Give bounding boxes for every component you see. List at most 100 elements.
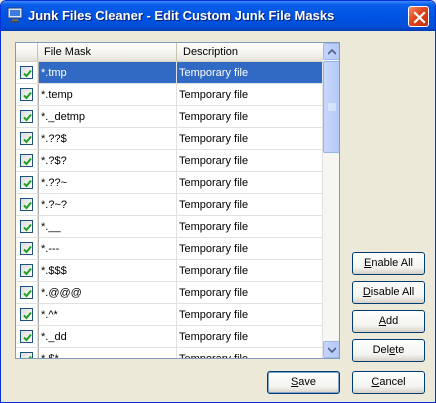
table-row[interactable]: *.temp Temporary file bbox=[16, 84, 323, 106]
table-row[interactable]: *.??~ Temporary file bbox=[16, 172, 323, 194]
checkmark-icon bbox=[23, 91, 32, 100]
row-checkbox[interactable] bbox=[20, 110, 33, 123]
checkmark-icon bbox=[23, 113, 32, 122]
file-mask-grid[interactable]: File Mask Description *.tmp Temporary fil… bbox=[15, 42, 340, 359]
checkmark-icon bbox=[28, 355, 32, 358]
row-checkbox[interactable] bbox=[20, 286, 33, 299]
row-file-mask[interactable]: *.?$? bbox=[38, 150, 177, 172]
row-checkbox[interactable] bbox=[20, 352, 33, 358]
row-file-mask[interactable]: *.$* bbox=[38, 348, 177, 358]
row-checkbox[interactable] bbox=[20, 176, 33, 189]
table-row[interactable]: *.$* Temporary file bbox=[16, 348, 323, 358]
header-check-column[interactable] bbox=[16, 43, 38, 61]
row-description[interactable]: Temporary file bbox=[177, 150, 323, 172]
row-checkbox[interactable] bbox=[20, 88, 33, 101]
scroll-down-button[interactable] bbox=[323, 341, 339, 358]
enable-all-button[interactable]: Enable All bbox=[352, 252, 425, 275]
table-row[interactable]: *._detmp Temporary file bbox=[16, 106, 323, 128]
cancel-button[interactable]: Cancel bbox=[352, 371, 425, 394]
checkmark-icon bbox=[23, 245, 32, 254]
checkmark-icon bbox=[23, 289, 32, 298]
row-checkbox[interactable] bbox=[20, 242, 33, 255]
scroll-up-button[interactable] bbox=[323, 43, 339, 60]
window-title: Junk Files Cleaner - Edit Custom Junk Fi… bbox=[28, 8, 335, 23]
row-check-cell bbox=[16, 172, 38, 194]
row-checkbox[interactable] bbox=[20, 66, 33, 79]
checkmark-icon bbox=[23, 201, 32, 210]
row-file-mask[interactable]: *.^* bbox=[38, 304, 177, 326]
cancel-rest: ancel bbox=[379, 376, 406, 388]
row-file-mask[interactable]: *.tmp bbox=[38, 62, 177, 84]
table-row[interactable]: *.--- Temporary file bbox=[16, 238, 323, 260]
row-check-cell bbox=[16, 238, 38, 260]
row-checkbox[interactable] bbox=[20, 220, 33, 233]
row-check-cell bbox=[16, 260, 38, 282]
save-button[interactable]: Save bbox=[267, 371, 340, 394]
table-row[interactable]: *.?$? Temporary file bbox=[16, 150, 323, 172]
row-description[interactable]: Temporary file bbox=[177, 282, 323, 304]
checkmark-icon bbox=[23, 157, 32, 166]
row-file-mask[interactable]: *.??$ bbox=[38, 128, 177, 150]
table-row[interactable]: *.??$ Temporary file bbox=[16, 128, 323, 150]
row-file-mask[interactable]: *.temp bbox=[38, 84, 177, 106]
table-row[interactable]: *.tmp Temporary file bbox=[16, 62, 323, 84]
row-description[interactable]: Temporary file bbox=[177, 106, 323, 128]
row-description[interactable]: Temporary file bbox=[177, 172, 323, 194]
grid-rows: *.tmp Temporary file *.temp Temporary file *… bbox=[16, 62, 323, 358]
row-description[interactable]: Temporary file bbox=[177, 128, 323, 150]
row-file-mask[interactable]: *._dd bbox=[38, 326, 177, 348]
row-description[interactable]: Temporary file bbox=[177, 304, 323, 326]
add-accel: A bbox=[378, 315, 387, 327]
disable-all-button[interactable]: Disable All bbox=[352, 281, 425, 304]
row-description[interactable]: Temporary file bbox=[177, 62, 323, 84]
row-description[interactable]: Temporary file bbox=[177, 260, 323, 282]
enable-all-rest: nable All bbox=[371, 257, 413, 269]
vertical-scrollbar[interactable] bbox=[323, 43, 339, 358]
row-checkbox[interactable] bbox=[20, 154, 33, 167]
table-row[interactable]: *.?~? Temporary file bbox=[16, 194, 323, 216]
row-file-mask[interactable]: *._detmp bbox=[38, 106, 177, 128]
table-row[interactable]: *._dd Temporary file bbox=[16, 326, 323, 348]
row-file-mask[interactable]: *.@@@ bbox=[38, 282, 177, 304]
add-button[interactable]: Add bbox=[352, 310, 425, 333]
table-row[interactable]: *.^* Temporary file bbox=[16, 304, 323, 326]
save-rest: ave bbox=[298, 376, 317, 388]
title-bar[interactable]: Junk Files Cleaner - Edit Custom Junk Fi… bbox=[1, 1, 435, 31]
close-icon bbox=[413, 11, 426, 24]
delete-prefix: Del bbox=[372, 344, 390, 356]
row-check-cell bbox=[16, 84, 38, 106]
row-file-mask[interactable]: *.--- bbox=[38, 238, 177, 260]
row-checkbox[interactable] bbox=[20, 132, 33, 145]
checkmark-icon bbox=[23, 333, 32, 342]
row-checkbox[interactable] bbox=[20, 330, 33, 343]
table-row[interactable]: *.__ Temporary file bbox=[16, 216, 323, 238]
add-rest: dd bbox=[386, 315, 399, 327]
row-file-mask[interactable]: *.??~ bbox=[38, 172, 177, 194]
delete-button[interactable]: Delete bbox=[352, 339, 425, 362]
row-check-cell bbox=[16, 128, 38, 150]
row-check-cell bbox=[16, 348, 38, 358]
table-row[interactable]: *.@@@ Temporary file bbox=[16, 282, 323, 304]
row-description[interactable]: Temporary file bbox=[177, 194, 323, 216]
row-file-mask[interactable]: *.__ bbox=[38, 216, 177, 238]
row-checkbox[interactable] bbox=[20, 198, 33, 211]
close-button[interactable] bbox=[408, 6, 429, 27]
row-file-mask[interactable]: *.?~? bbox=[38, 194, 177, 216]
checkmark-icon bbox=[23, 179, 32, 188]
scroll-thumb[interactable] bbox=[323, 61, 339, 153]
row-checkbox[interactable] bbox=[20, 308, 33, 321]
row-description[interactable]: Temporary file bbox=[177, 216, 323, 238]
table-row[interactable]: *.$$$ Temporary file bbox=[16, 260, 323, 282]
row-description[interactable]: Temporary file bbox=[177, 348, 323, 358]
row-description[interactable]: Temporary file bbox=[177, 238, 323, 260]
row-description[interactable]: Temporary file bbox=[177, 326, 323, 348]
arrow-down-icon bbox=[328, 347, 336, 353]
header-file-mask[interactable]: File Mask bbox=[38, 43, 177, 61]
row-check-cell bbox=[16, 62, 38, 84]
row-checkbox[interactable] bbox=[20, 264, 33, 277]
header-description[interactable]: Description bbox=[177, 43, 323, 61]
row-check-cell bbox=[16, 304, 38, 326]
row-file-mask[interactable]: *.$$$ bbox=[38, 260, 177, 282]
row-description[interactable]: Temporary file bbox=[177, 84, 323, 106]
app-icon bbox=[7, 7, 23, 23]
